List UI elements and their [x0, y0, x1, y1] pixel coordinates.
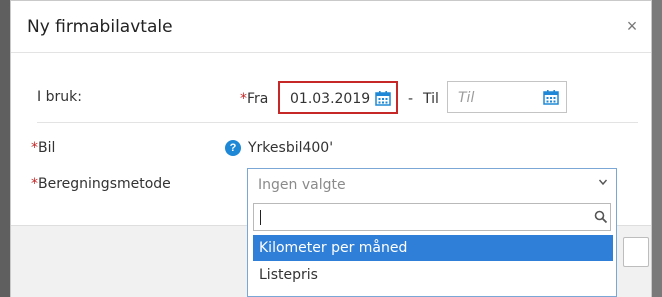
calendar-icon[interactable]: [375, 90, 391, 106]
date-separator: -: [408, 91, 414, 107]
in-use-label: I bruk:: [37, 89, 82, 105]
car-label: *Bil: [31, 140, 55, 156]
dropdown-search-input[interactable]: [253, 203, 611, 231]
car-value: Yrkesbil400': [248, 140, 334, 156]
to-date-field[interactable]: Til: [447, 81, 567, 113]
dialog-title: Ny firmabilavtale: [27, 17, 173, 37]
select-placeholder: Ingen valgte: [258, 177, 346, 193]
from-date-field[interactable]: 01.03.2019: [278, 81, 398, 114]
required-marker: *: [31, 140, 38, 156]
search-icon: [594, 210, 608, 224]
background-right: [652, 0, 662, 297]
help-icon[interactable]: ?: [225, 140, 241, 156]
footer-button[interactable]: [623, 237, 649, 267]
dropdown-option-kilometer[interactable]: Kilometer per måned: [253, 235, 613, 261]
calendar-icon[interactable]: [543, 89, 559, 105]
calc-method-label-text: Beregningsmetode: [38, 176, 171, 192]
dialog-header: Ny firmabilavtale ×: [11, 1, 651, 53]
chevron-down-icon: [598, 179, 608, 186]
to-label: Til: [423, 91, 439, 107]
calc-method-dropdown: Kilometer per måned Listepris: [247, 199, 617, 297]
dropdown-option-listepris[interactable]: Listepris: [253, 262, 613, 288]
calc-method-label: *Beregningsmetode: [31, 176, 171, 192]
from-label-text: Fra: [247, 91, 269, 107]
from-date-value: 01.03.2019: [290, 91, 371, 107]
section-divider: [37, 122, 638, 123]
required-marker: *: [240, 91, 247, 107]
to-date-placeholder: Til: [458, 90, 475, 106]
text-caret: [260, 210, 261, 225]
calc-method-select[interactable]: Ingen valgte: [247, 168, 617, 200]
from-label: *Fra: [240, 91, 268, 107]
close-icon[interactable]: ×: [623, 17, 641, 35]
car-label-text: Bil: [38, 140, 56, 156]
background-left: [0, 0, 10, 297]
required-marker: *: [31, 176, 38, 192]
